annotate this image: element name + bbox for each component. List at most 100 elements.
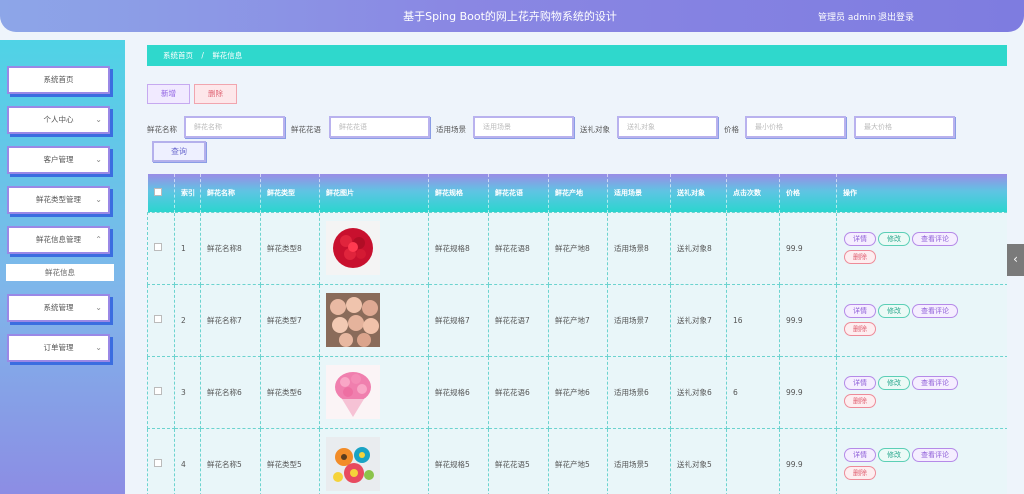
row-select-cell [147,427,175,494]
cell-origin: 鲜花产地8 [548,211,608,285]
row-checkbox[interactable] [154,315,162,323]
delete-button[interactable]: 删除 [844,322,876,336]
edit-button[interactable]: 修改 [878,304,910,318]
table-row: 3 鲜花名称6 鲜花类型6 鲜花规格6 鲜花花语6 鲜花产地6 适用场景6 送礼对象6 6 99.… [147,355,1007,429]
column-header: 价格 [779,174,837,212]
cell-name: 鲜花名称5 [200,427,261,494]
column-header: 鲜花产地 [548,174,608,212]
breadcrumb: 系统首页 / 鲜花信息 [147,45,1007,66]
breadcrumb-current: 鲜花信息 [212,51,243,60]
flower-image [326,437,428,491]
delete-button[interactable]: 删除 [844,466,876,480]
sidebar-item-system-management[interactable]: 系统管理 ⌄ [7,294,110,322]
cell-target: 送礼对象7 [670,283,727,357]
add-button[interactable]: 新增 [147,84,190,104]
gift-target-input[interactable]: 送礼对象 [617,116,718,138]
flower-language-input[interactable]: 鲜花花语 [329,116,430,138]
table-header-row: 索引 鲜花名称 鲜花类型 鲜花图片 鲜花规格 鲜花花语 鲜花产地 适用场景 送礼… [147,174,1007,212]
cell-name: 鲜花名称8 [200,211,261,285]
table-row: 2 鲜花名称7 鲜花类型7 鲜花规格7 鲜花花语7 鲜花产地7 适用场景7 送礼对象7 16 99… [147,283,1007,357]
detail-button[interactable]: 详情 [844,448,876,462]
cell-lang: 鲜花花语7 [488,283,549,357]
scene-input[interactable]: 适用场景 [473,116,574,138]
view-reviews-button[interactable]: 查看评论 [912,304,958,318]
cell-spec: 鲜花规格8 [428,211,489,285]
filter-scene-label: 适用场景 [436,125,466,134]
query-button[interactable]: 查询 [152,141,206,162]
select-all-checkbox[interactable] [153,187,162,196]
cell-type: 鲜花类型6 [260,355,320,429]
cell-clicks: 16 [726,283,780,357]
sidebar-item-flower-info-management[interactable]: 鲜花信息管理 ⌃ [7,226,110,254]
row-actions-cell: 详情 修改 查看评论删除 [836,427,1007,494]
flower-image [326,293,428,347]
row-checkbox[interactable] [154,387,162,395]
detail-button[interactable]: 详情 [844,304,876,318]
view-reviews-button[interactable]: 查看评论 [912,376,958,390]
cell-type: 鲜花类型8 [260,211,320,285]
cell-clicks: 6 [726,355,780,429]
panel-toggle-button[interactable]: ‹ [1007,244,1024,276]
sidebar-item-label: 鲜花信息管理 [36,235,81,244]
chevron-down-icon: ⌄ [95,195,102,204]
detail-button[interactable]: 详情 [844,232,876,246]
cell-lang: 鲜花花语5 [488,427,549,494]
cell-index: 3 [174,355,201,429]
cell-spec: 鲜花规格6 [428,355,489,429]
delete-button[interactable]: 删除 [844,250,876,264]
cell-spec: 鲜花规格5 [428,427,489,494]
sidebar-subitem-flower-info[interactable]: 鲜花信息 [6,264,114,281]
sidebar-item-order-management[interactable]: 订单管理 ⌄ [7,334,110,362]
cell-index: 4 [174,427,201,494]
view-reviews-button[interactable]: 查看评论 [912,448,958,462]
flower-image [326,221,428,275]
detail-button[interactable]: 详情 [844,376,876,390]
cell-index: 1 [174,211,201,285]
breadcrumb-home[interactable]: 系统首页 [163,51,193,60]
view-reviews-button[interactable]: 查看评论 [912,232,958,246]
column-header: 鲜花类型 [260,174,320,212]
cell-clicks [726,211,780,285]
breadcrumb-separator: / [201,51,204,60]
row-actions-cell: 详情 修改 查看评论删除 [836,211,1007,285]
cell-type: 鲜花类型7 [260,283,320,357]
cell-price: 99.9 [779,211,837,285]
flower-image-cell [319,283,429,357]
sidebar-item-label: 系统管理 [43,303,74,312]
sidebar-item-customer-management[interactable]: 客户管理 ⌄ [7,146,110,174]
sidebar-item-home[interactable]: 系统首页 [7,66,110,94]
chevron-down-icon: ⌄ [95,155,102,164]
row-actions-cell: 详情 修改 查看评论删除 [836,283,1007,357]
cell-origin: 鲜花产地5 [548,427,608,494]
column-header: 适用场景 [607,174,671,212]
column-header: 点击次数 [726,174,780,212]
chevron-down-icon: ⌄ [95,303,102,312]
logout-link[interactable]: 退出登录 [878,10,914,23]
edit-button[interactable]: 修改 [878,448,910,462]
sidebar-item-personal-center[interactable]: 个人中心 ⌄ [7,106,110,134]
row-checkbox[interactable] [154,243,162,251]
sidebar-item-flower-type-management[interactable]: 鲜花类型管理 ⌄ [7,186,110,214]
flower-image-cell [319,355,429,429]
flower-image-cell [319,427,429,494]
table-row: 1 鲜花名称8 鲜花类型8 鲜花规格8 鲜花花语8 鲜花产地8 适用场景8 送礼对象8 99.9… [147,211,1007,285]
flower-image [326,365,428,419]
filter-name-label: 鲜花名称 [147,125,177,134]
admin-role-label: 管理员 admin [818,13,877,23]
chevron-up-icon: ⌃ [95,235,102,244]
edit-button[interactable]: 修改 [878,376,910,390]
filter-lang-label: 鲜花花语 [291,125,321,134]
delete-button[interactable]: 删除 [844,394,876,408]
edit-button[interactable]: 修改 [878,232,910,246]
cell-index: 2 [174,283,201,357]
row-select-cell [147,283,175,357]
batch-delete-button[interactable]: 删除 [194,84,237,104]
flower-name-input[interactable]: 鲜花名称 [184,116,285,138]
cell-target: 送礼对象6 [670,355,727,429]
cell-price: 99.9 [779,427,837,494]
row-checkbox[interactable] [154,459,162,467]
max-price-input[interactable]: 最大价格 [854,116,955,138]
column-header: 索引 [174,174,201,212]
chevron-left-icon: ‹ [1013,252,1018,266]
min-price-input[interactable]: 最小价格 [745,116,846,138]
